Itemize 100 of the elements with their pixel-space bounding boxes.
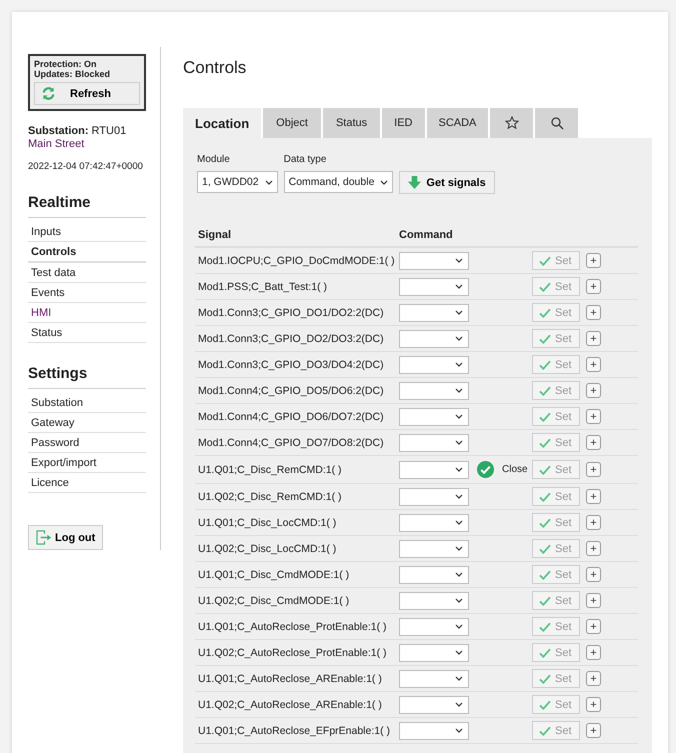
command-dropdown[interactable]: [399, 252, 469, 270]
check-icon: [539, 700, 551, 710]
column-header: Command: [399, 229, 453, 241]
favorites-tab[interactable]: [490, 108, 534, 138]
star-icon: [504, 116, 519, 130]
nav-link[interactable]: Events: [28, 283, 146, 303]
nav-link[interactable]: Status: [28, 323, 146, 343]
command-dropdown[interactable]: [399, 644, 469, 662]
add-button[interactable]: +: [586, 489, 601, 504]
status-text: Protection: On: [34, 59, 98, 69]
check-icon: [539, 518, 551, 528]
status-text: Updates: Blocked: [34, 69, 112, 79]
section-heading: Settings: [28, 365, 146, 389]
check-icon: [539, 282, 551, 292]
add-button[interactable]: +: [586, 541, 601, 556]
add-button[interactable]: +: [586, 305, 601, 320]
command-dropdown[interactable]: [399, 514, 469, 532]
tab[interactable]: IED: [382, 108, 424, 138]
command-dropdown[interactable]: [399, 670, 469, 688]
add-button[interactable]: +: [586, 567, 601, 582]
command-dropdown[interactable]: [399, 434, 469, 452]
nav-link[interactable]: Controls: [28, 242, 146, 263]
signal-name: U1.Q01;C_Disc_LocCMD:1( ): [198, 516, 338, 528]
caret-icon: [380, 180, 388, 184]
down-arrow-icon: [408, 176, 422, 189]
check-icon: [539, 438, 551, 448]
command-dropdown[interactable]: [399, 304, 469, 322]
check-icon: [539, 360, 551, 370]
nav-link[interactable]: Gateway: [28, 413, 146, 433]
command-dropdown[interactable]: [399, 460, 469, 478]
add-button[interactable]: +: [586, 515, 601, 530]
caret-icon: [455, 467, 463, 472]
add-button[interactable]: +: [586, 279, 601, 294]
command-dropdown[interactable]: [399, 278, 469, 296]
command-dropdown[interactable]: [399, 540, 469, 558]
command-dropdown[interactable]: [399, 566, 469, 584]
search-tab[interactable]: [535, 108, 578, 138]
command-dropdown[interactable]: [399, 696, 469, 714]
check-icon: [539, 544, 551, 554]
nav-link[interactable]: Inputs: [28, 222, 146, 242]
get-signals-button[interactable]: Get signals: [399, 171, 495, 194]
command-dropdown[interactable]: [399, 592, 469, 610]
command-dropdown[interactable]: [399, 722, 469, 740]
check-icon: [539, 386, 551, 396]
dropdown[interactable]: Command, double: [284, 171, 394, 193]
command-dropdown[interactable]: [399, 330, 469, 348]
nav-link[interactable]: Password: [28, 433, 146, 453]
check-icon: [539, 412, 551, 422]
add-button[interactable]: +: [586, 409, 601, 424]
add-button[interactable]: +: [586, 619, 601, 634]
nav-link[interactable]: Test data: [28, 263, 146, 283]
field-label: Module: [197, 154, 231, 165]
signal-name: U1.Q01;C_AutoReclose_EFprEnable:1( ): [198, 724, 392, 736]
nav-link[interactable]: Export/import: [28, 453, 146, 473]
add-button[interactable]: +: [586, 593, 601, 608]
page-title: Controls: [183, 58, 248, 78]
signal-name: U1.Q01;C_Disc_RemCMD:1( ): [198, 464, 343, 476]
add-button[interactable]: +: [586, 671, 601, 686]
caret-icon: [455, 258, 463, 263]
add-button[interactable]: +: [586, 697, 601, 712]
signal-name: Mod1.Conn4;C_GPIO_DO7/DO8:2(DC): [198, 436, 385, 448]
command-dropdown[interactable]: [399, 382, 469, 400]
add-button[interactable]: +: [586, 383, 601, 398]
add-button[interactable]: +: [586, 723, 601, 738]
caret-icon: [455, 336, 463, 341]
caret-icon: [455, 702, 463, 707]
signal-name: Mod1.Conn3;C_GPIO_DO2/DO3:2(DC): [198, 332, 385, 344]
signal-name: Mod1.IOCPU;C_GPIO_DoCmdMODE:1( ): [198, 254, 396, 266]
caret-icon: [455, 676, 463, 681]
signal-name: U1.Q02;C_Disc_CmdMODE:1( ): [198, 594, 350, 606]
command-dropdown[interactable]: [399, 356, 469, 374]
caret-icon: [455, 284, 463, 289]
add-button[interactable]: +: [586, 331, 601, 346]
add-button[interactable]: +: [586, 462, 601, 477]
tab[interactable]: SCADA: [426, 108, 488, 138]
caret-icon: [455, 440, 463, 445]
command-dropdown[interactable]: [399, 488, 469, 506]
tab[interactable]: Object: [263, 108, 321, 138]
signal-name: U1.Q01;C_Disc_CmdMODE:1( ): [198, 568, 350, 580]
dropdown[interactable]: 1, GWDD02: [197, 171, 278, 193]
nav-link[interactable]: Licence: [28, 473, 146, 493]
add-button[interactable]: +: [586, 645, 601, 660]
signal-name: Mod1.Conn3;C_GPIO_DO3/DO4:2(DC): [198, 358, 385, 370]
refresh-button[interactable]: Refresh: [34, 82, 140, 105]
add-button[interactable]: +: [586, 357, 601, 372]
command-dropdown[interactable]: [399, 618, 469, 636]
caret-icon: [455, 494, 463, 499]
tab[interactable]: Status: [322, 108, 380, 138]
signal-name: U1.Q02;C_AutoReclose_ProtEnable:1( ): [198, 646, 388, 658]
logout-button[interactable]: Log out: [28, 525, 104, 550]
check-icon: [539, 648, 551, 658]
nav-link[interactable]: Substation: [28, 393, 146, 413]
nav-link[interactable]: HMI: [28, 303, 146, 323]
add-button[interactable]: +: [586, 435, 601, 450]
signal-name: Mod1.Conn4;C_GPIO_DO5/DO6:2(DC): [198, 384, 385, 396]
add-button[interactable]: +: [586, 253, 601, 268]
column-header: Signal: [198, 229, 232, 241]
exit-icon: [36, 530, 53, 545]
tab[interactable]: Location: [183, 108, 262, 138]
command-dropdown[interactable]: [399, 408, 469, 426]
